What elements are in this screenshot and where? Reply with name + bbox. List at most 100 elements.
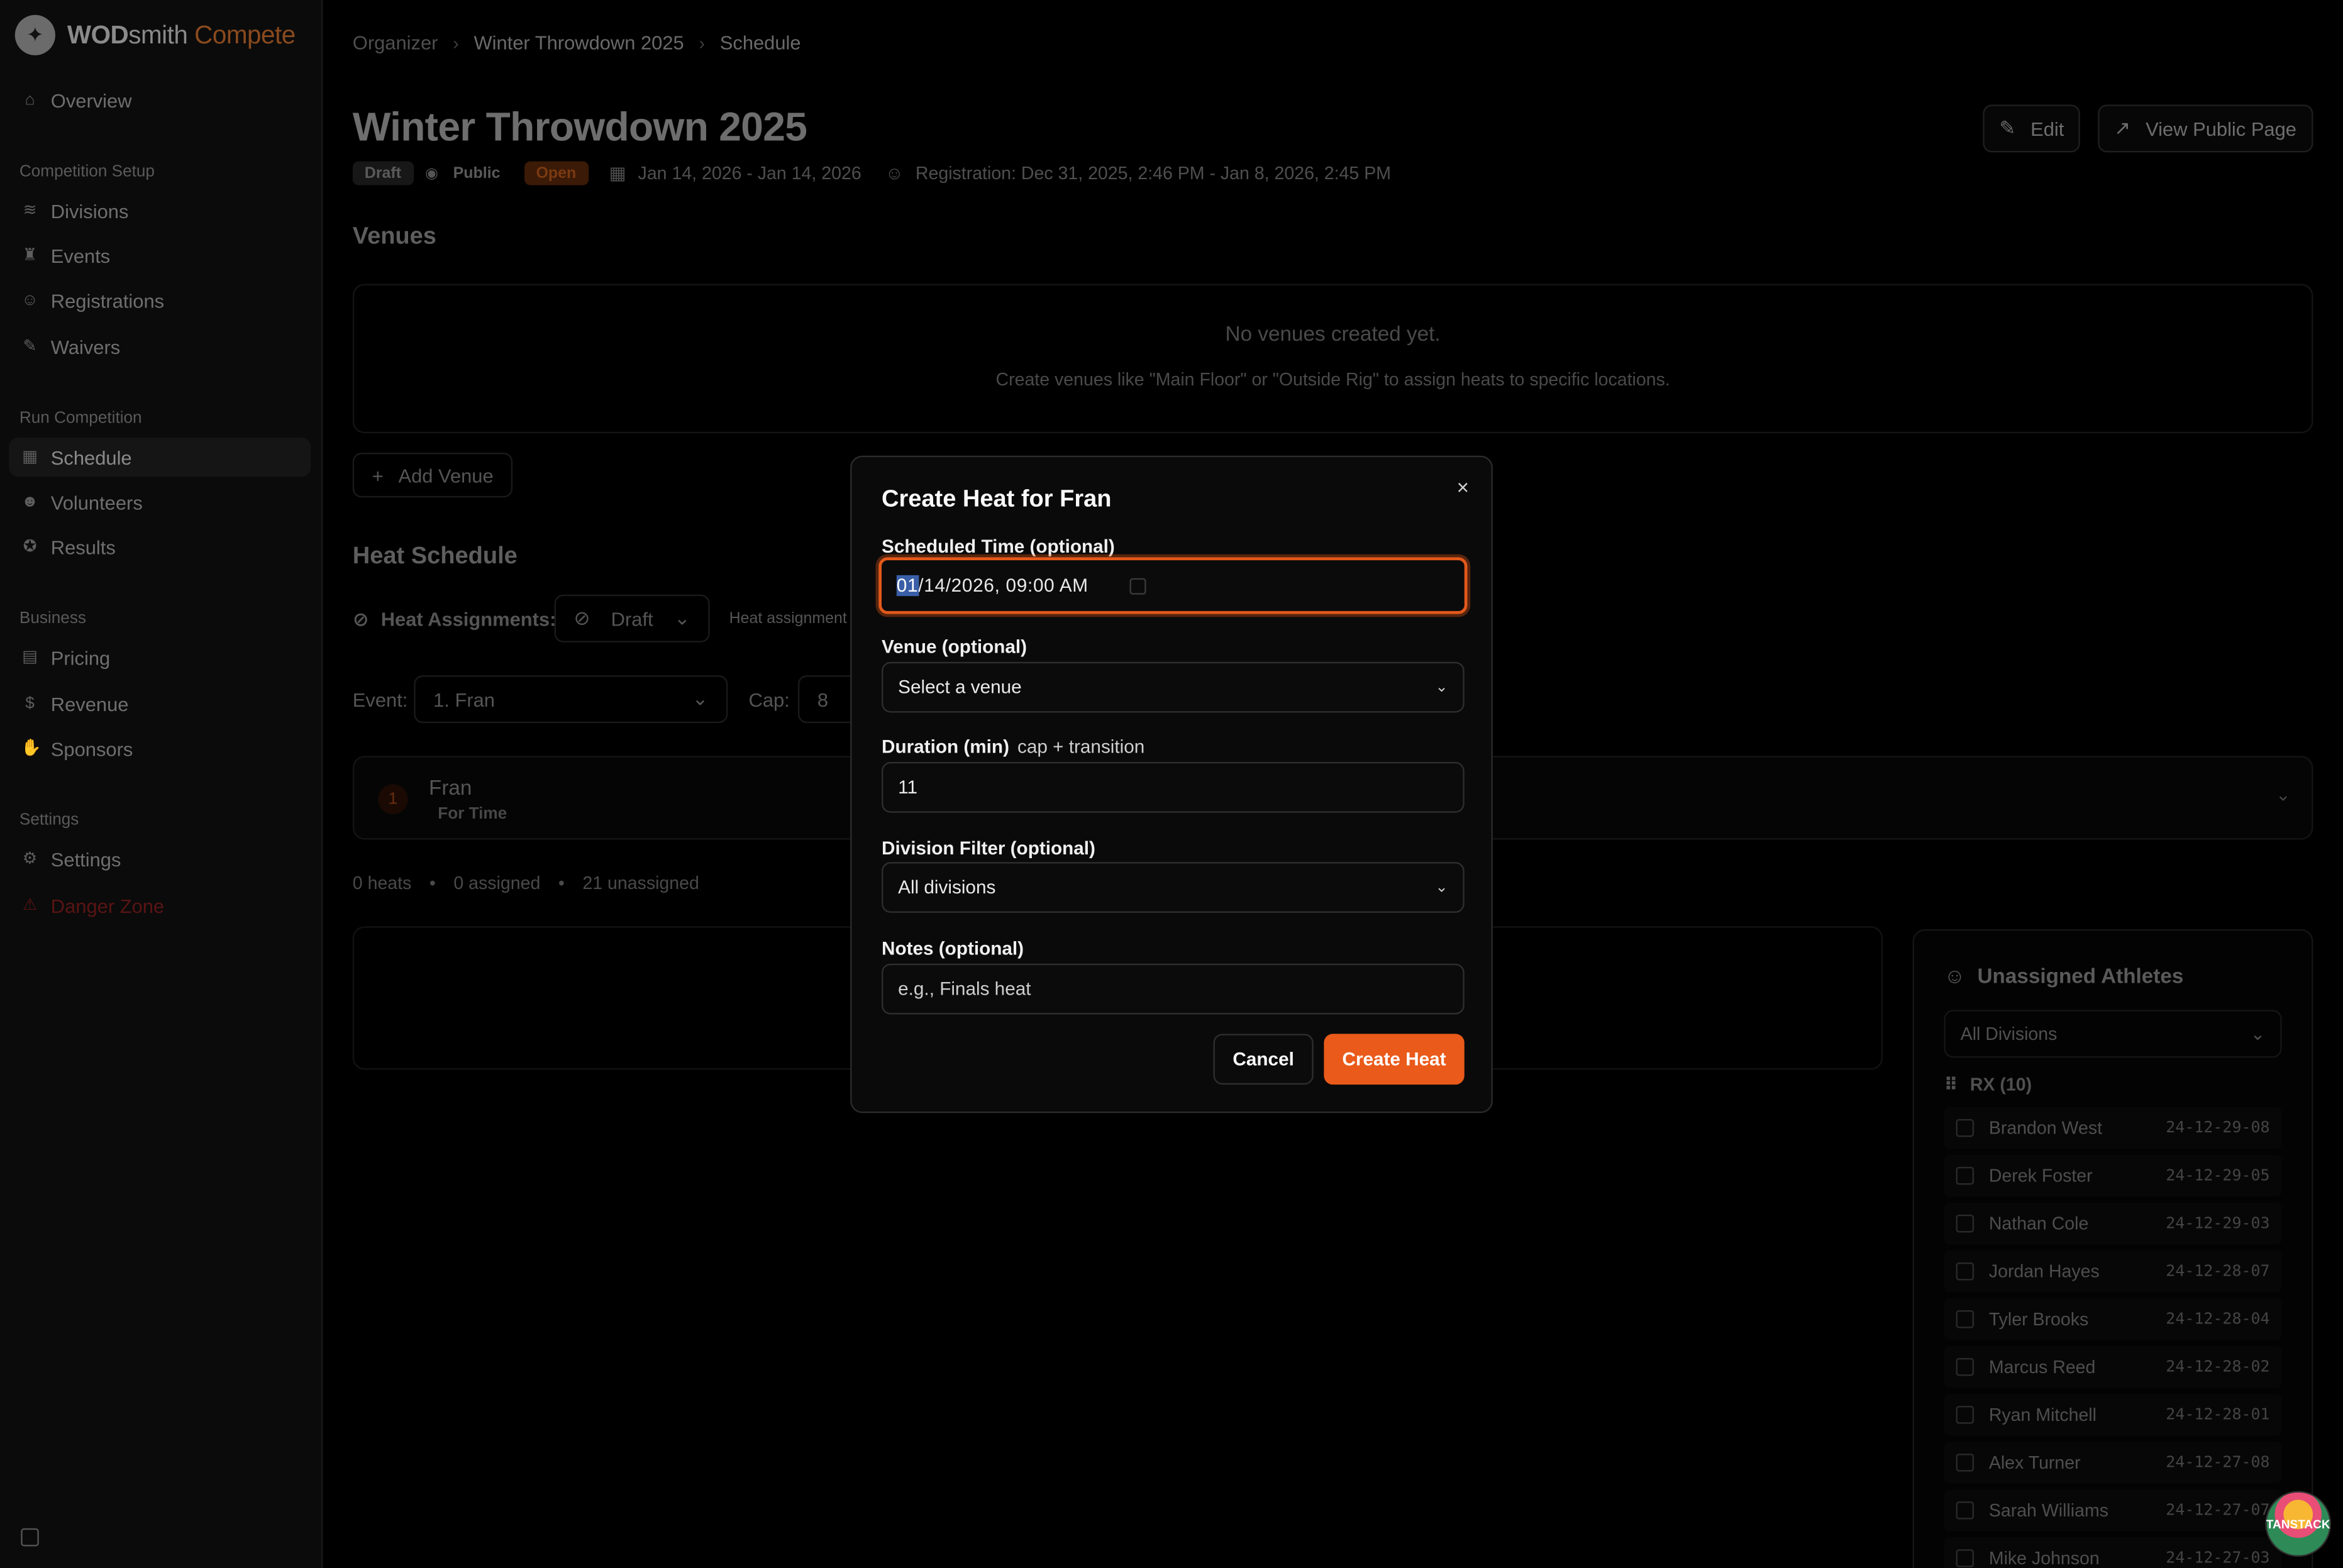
sidebar-item-sponsors[interactable]: ✋ Sponsors bbox=[9, 729, 311, 768]
athlete-row[interactable]: Derek Foster 24-12-29-05 bbox=[1944, 1154, 2282, 1197]
athlete-checkbox[interactable] bbox=[1956, 1118, 1975, 1137]
division-group-rx[interactable]: ⠿ RX (10) bbox=[1944, 1074, 2032, 1095]
athlete-row[interactable]: Mike Johnson 24-12-27-03 bbox=[1944, 1537, 2282, 1568]
athlete-registered-date: 24-12-28-01 bbox=[2166, 1406, 2270, 1424]
athlete-row[interactable]: Tyler Brooks 24-12-28-04 bbox=[1944, 1298, 2282, 1340]
duration-label: Duration (min) cap + transition bbox=[882, 736, 1145, 758]
chevron-down-icon: ⌄ bbox=[2250, 1023, 2266, 1045]
athlete-registered-date: 24-12-27-08 bbox=[2166, 1454, 2270, 1472]
athlete-name: Alex Turner bbox=[1988, 1452, 2081, 1474]
scheduled-time-input[interactable]: 01/14/2026, 09:00 AM bbox=[878, 557, 1468, 614]
month-segment[interactable]: 01 bbox=[896, 575, 919, 597]
cancel-button[interactable]: Cancel bbox=[1213, 1034, 1314, 1085]
athlete-checkbox[interactable] bbox=[1956, 1166, 1975, 1185]
division-filter-select[interactable]: All Divisions ⌄ bbox=[1944, 1010, 2282, 1058]
chevron-right-icon: › bbox=[699, 32, 706, 53]
division-filter-label: Division Filter (optional) bbox=[882, 838, 1095, 859]
athlete-registered-date: 24-12-28-02 bbox=[2166, 1358, 2270, 1376]
athlete-row[interactable]: Brandon West 24-12-29-08 bbox=[1944, 1107, 2282, 1149]
athlete-row[interactable]: Nathan Cole 24-12-29-03 bbox=[1944, 1202, 2282, 1245]
sidebar-toggle-icon[interactable] bbox=[21, 1528, 39, 1547]
heat-assignment-note: Heat assignment bbox=[729, 609, 847, 628]
event-type: For Time bbox=[438, 805, 507, 824]
sidebar-item-registrations[interactable]: ☺ Registrations bbox=[9, 281, 311, 320]
breadcrumb: Organizer › Winter Throwdown 2025 › Sche… bbox=[353, 31, 801, 54]
sidebar-item-overview[interactable]: ⌂ Overview bbox=[9, 80, 311, 119]
athlete-checkbox[interactable] bbox=[1956, 1310, 1975, 1328]
heat-schedule-heading: Heat Schedule bbox=[352, 543, 518, 570]
calendar-icon: ▦ bbox=[22, 448, 38, 467]
athlete-name: Tyler Brooks bbox=[1988, 1308, 2089, 1330]
add-venue-button[interactable]: + Add Venue bbox=[352, 453, 513, 498]
sidebar-item-events[interactable]: ♜ Events bbox=[9, 236, 311, 275]
venues-empty-body: Create venues like "Main Floor" or "Outs… bbox=[995, 368, 1670, 390]
dialog-title: Create Heat for Fran bbox=[882, 487, 1112, 513]
athlete-checkbox[interactable] bbox=[1956, 1358, 1975, 1376]
division-filter-select[interactable]: All divisions ⌄ bbox=[882, 862, 1465, 913]
notes-label: Notes (optional) bbox=[882, 938, 1024, 959]
create-heat-button[interactable]: Create Heat bbox=[1324, 1034, 1465, 1085]
receipt-icon: ▤ bbox=[22, 648, 38, 666]
athlete-checkbox[interactable] bbox=[1956, 1262, 1975, 1281]
dot-separator: • bbox=[558, 872, 565, 894]
view-public-page-button[interactable]: ↗ View Public Page bbox=[2098, 104, 2313, 153]
athlete-checkbox[interactable] bbox=[1956, 1454, 1975, 1472]
sidebar-item-revenue[interactable]: $ Revenue bbox=[9, 684, 311, 723]
edit-button[interactable]: ✎ Edit bbox=[1983, 104, 2081, 153]
athlete-name: Nathan Cole bbox=[1988, 1213, 2089, 1234]
athlete-row[interactable]: Jordan Hayes 24-12-28-07 bbox=[1944, 1250, 2282, 1293]
venue-select[interactable]: Select a venue ⌄ bbox=[882, 661, 1465, 713]
close-icon[interactable]: × bbox=[1453, 477, 1473, 497]
warning-icon: ⚠ bbox=[22, 896, 38, 915]
sidebar-item-results[interactable]: ✪ Results bbox=[9, 527, 311, 566]
event-select[interactable]: 1. Fran ⌄ bbox=[414, 675, 728, 724]
medal-icon: ✪ bbox=[23, 538, 37, 556]
tanstack-devtools-button[interactable]: TANSTACK bbox=[2265, 1491, 2331, 1557]
event-label: Event: bbox=[352, 688, 408, 712]
status-badge-draft: Draft bbox=[352, 161, 414, 185]
athlete-checkbox[interactable] bbox=[1956, 1549, 1975, 1567]
heat-stats: 0 heats • 0 assigned • 21 unassigned bbox=[352, 872, 699, 894]
competition-dates: Jan 14, 2026 - Jan 14, 2026 bbox=[638, 163, 861, 184]
sidebar-item-schedule[interactable]: ▦ Schedule bbox=[9, 438, 311, 477]
section-business: Business bbox=[19, 609, 86, 628]
chevron-down-icon[interactable]: ⌄ bbox=[2276, 785, 2291, 805]
file-signature-icon: ✎ bbox=[23, 338, 37, 356]
notes-input[interactable]: e.g., Finals heat bbox=[882, 963, 1465, 1015]
breadcrumb-competition[interactable]: Winter Throwdown 2025 bbox=[474, 31, 684, 54]
sidebar-item-settings[interactable]: ⚙ Settings bbox=[9, 839, 311, 878]
dot-separator: • bbox=[429, 872, 436, 894]
unassigned-athletes-panel: ☺ Unassigned Athletes All Divisions ⌄ ⠿ RX … bbox=[1912, 929, 2313, 1568]
sidebar-item-pricing[interactable]: ▤ Pricing bbox=[9, 638, 311, 677]
user-check-icon: ☻ bbox=[21, 493, 39, 511]
status-badge-public: Public bbox=[453, 164, 501, 182]
sidebar-item-volunteers[interactable]: ☻ Volunteers bbox=[9, 483, 311, 522]
section-run-competition: Run Competition bbox=[19, 409, 142, 428]
athlete-registered-date: 24-12-29-08 bbox=[2166, 1118, 2270, 1137]
breadcrumb-organizer[interactable]: Organizer bbox=[353, 31, 438, 54]
sidebar-item-waivers[interactable]: ✎ Waivers bbox=[9, 327, 311, 366]
logo[interactable]: ✦ WODsmith Compete bbox=[14, 14, 296, 55]
gear-icon: ⚙ bbox=[22, 850, 38, 868]
chevron-down-icon: ⌄ bbox=[673, 606, 690, 629]
wodsmith-logo-icon: ✦ bbox=[14, 14, 55, 55]
chevron-down-icon: ⌄ bbox=[1435, 679, 1448, 696]
athlete-checkbox[interactable] bbox=[1956, 1501, 1975, 1520]
chevron-down-icon: ⌄ bbox=[1435, 879, 1448, 896]
sidebar-item-divisions[interactable]: ≋ Divisions bbox=[9, 191, 311, 230]
pencil-icon: ✎ bbox=[1999, 116, 2016, 139]
athlete-row[interactable]: Sarah Williams 24-12-27-07 bbox=[1944, 1489, 2282, 1532]
breadcrumb-current: Schedule bbox=[719, 31, 801, 54]
eye-off-icon: ⊘ bbox=[573, 606, 590, 629]
heat-assignments-select[interactable]: ⊘ Draft ⌄ bbox=[554, 594, 710, 643]
athlete-row[interactable]: Ryan Mitchell 24-12-28-01 bbox=[1944, 1394, 2282, 1436]
sidebar-item-danger-zone[interactable]: ⚠ Danger Zone bbox=[9, 886, 311, 925]
calendar-icon[interactable] bbox=[1130, 577, 1147, 594]
duration-input[interactable]: 11 bbox=[882, 761, 1465, 813]
drag-handle-icon[interactable]: ⠿ bbox=[1944, 1074, 1958, 1095]
external-link-icon: ↗ bbox=[2114, 116, 2131, 139]
athlete-checkbox[interactable] bbox=[1956, 1214, 1975, 1233]
athlete-row[interactable]: Alex Turner 24-12-27-08 bbox=[1944, 1442, 2282, 1484]
athlete-checkbox[interactable] bbox=[1956, 1406, 1975, 1424]
athlete-row[interactable]: Marcus Reed 24-12-28-02 bbox=[1944, 1346, 2282, 1388]
